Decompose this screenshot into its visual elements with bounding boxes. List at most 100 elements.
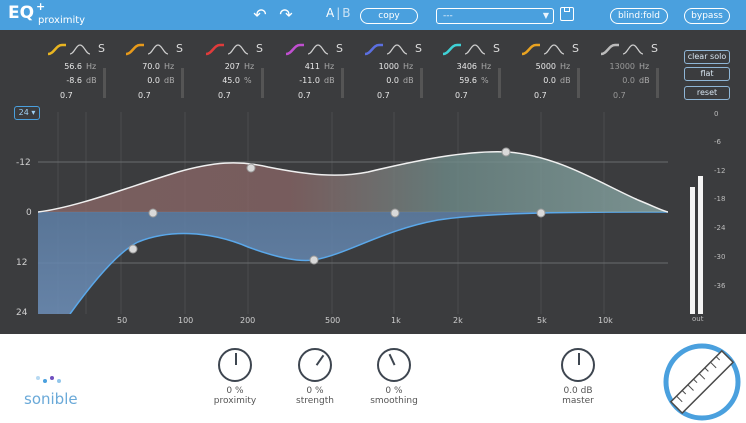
band-8-solo-button[interactable]: S xyxy=(651,42,658,55)
freq-label: 1k xyxy=(391,316,401,325)
band-8-q[interactable]: 0.7 xyxy=(613,91,626,100)
bell-blue-icon[interactable] xyxy=(363,42,411,56)
band-6-gain[interactable]: 59.6 xyxy=(459,76,477,85)
band-1-q[interactable]: 0.7 xyxy=(60,91,73,100)
band-7-gain[interactable]: 0.0 xyxy=(543,76,556,85)
band-4-handle[interactable] xyxy=(309,255,319,265)
band-2-freq-unit: Hz xyxy=(164,62,175,71)
band-4-freq[interactable]: 411 xyxy=(305,62,320,71)
freq-label: 100 xyxy=(178,316,194,325)
smoothing-label: smoothing xyxy=(370,396,418,406)
product-name: proximity xyxy=(38,15,86,26)
eq-curve-svg[interactable] xyxy=(38,112,668,314)
band-3-handle[interactable] xyxy=(246,163,256,173)
db-range-dropdown[interactable]: 24 ▾ xyxy=(14,106,40,120)
band-4-solo-button[interactable]: S xyxy=(336,42,343,55)
band-5-freq[interactable]: 1000 xyxy=(379,62,399,71)
redo-icon[interactable]: ↷ xyxy=(276,6,296,24)
reset-button[interactable]: reset xyxy=(684,86,730,100)
band-6-handle[interactable] xyxy=(501,147,511,157)
preset-dropdown[interactable]: --- ▼ xyxy=(436,8,554,24)
high-proximity-icon[interactable] xyxy=(520,42,568,56)
band-6-meter xyxy=(498,68,501,98)
ab-switch[interactable]: A | B xyxy=(326,6,351,20)
band-3-freq[interactable]: 207 xyxy=(225,62,240,71)
master-knob[interactable] xyxy=(561,348,595,382)
band-8-gain-unit: dB xyxy=(639,76,650,85)
band-2-handle[interactable] xyxy=(148,208,158,218)
band-3-gain-unit: % xyxy=(244,76,252,85)
brand-dots-icon xyxy=(36,376,64,388)
strength-value: 0 % xyxy=(306,386,324,396)
band-7-freq-unit: Hz xyxy=(560,62,571,71)
band-4-gain[interactable]: -11.0 xyxy=(299,76,320,85)
eq-panel: S 56.6 Hz -8.6 dB 0.7 S 70.0 Hz 0.0 dB 0.7 S 207 Hz 45.… xyxy=(0,30,746,334)
meter-scale-label: -18 xyxy=(714,195,726,203)
band-7-solo-button[interactable]: S xyxy=(572,42,579,55)
band-2-freq[interactable]: 70.0 xyxy=(142,62,160,71)
band-1-solo-button[interactable]: S xyxy=(98,42,105,55)
band-4-q[interactable]: 0.7 xyxy=(298,91,311,100)
copy-button[interactable]: copy xyxy=(360,8,418,24)
strength-label: strength xyxy=(296,396,334,406)
band-7-handle[interactable] xyxy=(536,208,546,218)
band-2-q[interactable]: 0.7 xyxy=(138,91,151,100)
band-4-meter xyxy=(341,68,344,98)
band-1-meter xyxy=(103,68,106,98)
band-5-meter xyxy=(420,68,423,98)
band-7-freq[interactable]: 5000 xyxy=(536,62,556,71)
flat-button[interactable]: flat xyxy=(684,67,730,81)
band-3-gain[interactable]: 45.0 xyxy=(222,76,240,85)
undo-icon[interactable]: ↶ xyxy=(250,6,270,24)
bottom-controls: sonible 0 % proximity 0 % strength 0 % s… xyxy=(0,334,746,423)
band-2-meter xyxy=(181,68,184,98)
meter-scale-label: -30 xyxy=(714,253,726,261)
proximity-knob[interactable] xyxy=(218,348,252,382)
band-2-solo-button[interactable]: S xyxy=(176,42,183,55)
bell-red-icon[interactable] xyxy=(204,42,252,56)
save-icon[interactable] xyxy=(560,7,574,21)
bell-cyan-icon[interactable] xyxy=(441,42,489,56)
band-1-freq-unit: Hz xyxy=(86,62,97,71)
band-1-freq[interactable]: 56.6 xyxy=(64,62,82,71)
bypass-button[interactable]: bypass xyxy=(684,8,730,24)
master-value: 0.0 dB xyxy=(563,386,593,396)
band-5-handle[interactable] xyxy=(390,208,400,218)
band-6-solo-button[interactable]: S xyxy=(493,42,500,55)
band-6-q[interactable]: 0.7 xyxy=(455,91,468,100)
band-7-q[interactable]: 0.7 xyxy=(534,91,547,100)
eq-curve-graph[interactable] xyxy=(38,112,668,314)
band-1-handle[interactable] xyxy=(128,244,138,254)
freq-label: 2k xyxy=(453,316,463,325)
band-2-controls: S 70.0 Hz 0.0 dB 0.7 xyxy=(124,42,194,102)
meter-scale-label: -24 xyxy=(714,224,726,232)
low-shelf-icon[interactable] xyxy=(46,42,94,56)
bell-magenta-icon[interactable] xyxy=(284,42,332,56)
band-3-q[interactable]: 0.7 xyxy=(218,91,231,100)
band-5-q[interactable]: 0.7 xyxy=(377,91,390,100)
band-8-freq[interactable]: 13000 xyxy=(610,62,635,71)
ab-a-label[interactable]: A xyxy=(326,6,334,20)
band-2-gain[interactable]: 0.0 xyxy=(147,76,160,85)
band-1-gain[interactable]: -8.6 xyxy=(66,76,82,85)
logo-eq: EQ xyxy=(8,3,35,23)
band-5-gain[interactable]: 0.0 xyxy=(386,76,399,85)
clear-solo-button[interactable]: clear solo xyxy=(684,50,730,64)
band-5-solo-button[interactable]: S xyxy=(415,42,422,55)
smoothing-knob[interactable] xyxy=(377,348,411,382)
band-3-solo-button[interactable]: S xyxy=(256,42,263,55)
output-label: out xyxy=(692,315,704,323)
db-label: 12 xyxy=(16,258,28,268)
strength-knob[interactable] xyxy=(298,348,332,382)
high-shelf-icon[interactable] xyxy=(599,42,647,56)
band-6-freq[interactable]: 3406 xyxy=(457,62,477,71)
freq-label: 50 xyxy=(117,316,128,325)
ab-b-label[interactable]: B xyxy=(342,6,350,20)
band-2-gain-unit: dB xyxy=(164,76,175,85)
db-label: 24 xyxy=(16,308,28,318)
measure-ruler-icon[interactable] xyxy=(660,340,742,422)
blindfold-button[interactable]: blind:fold xyxy=(610,8,668,24)
top-toolbar: EQ + proximity ↶ ↷ A | B copy --- ▼ blind:… xyxy=(0,0,746,30)
band-8-gain[interactable]: 0.0 xyxy=(622,76,635,85)
proximity-low-icon[interactable] xyxy=(124,42,172,56)
